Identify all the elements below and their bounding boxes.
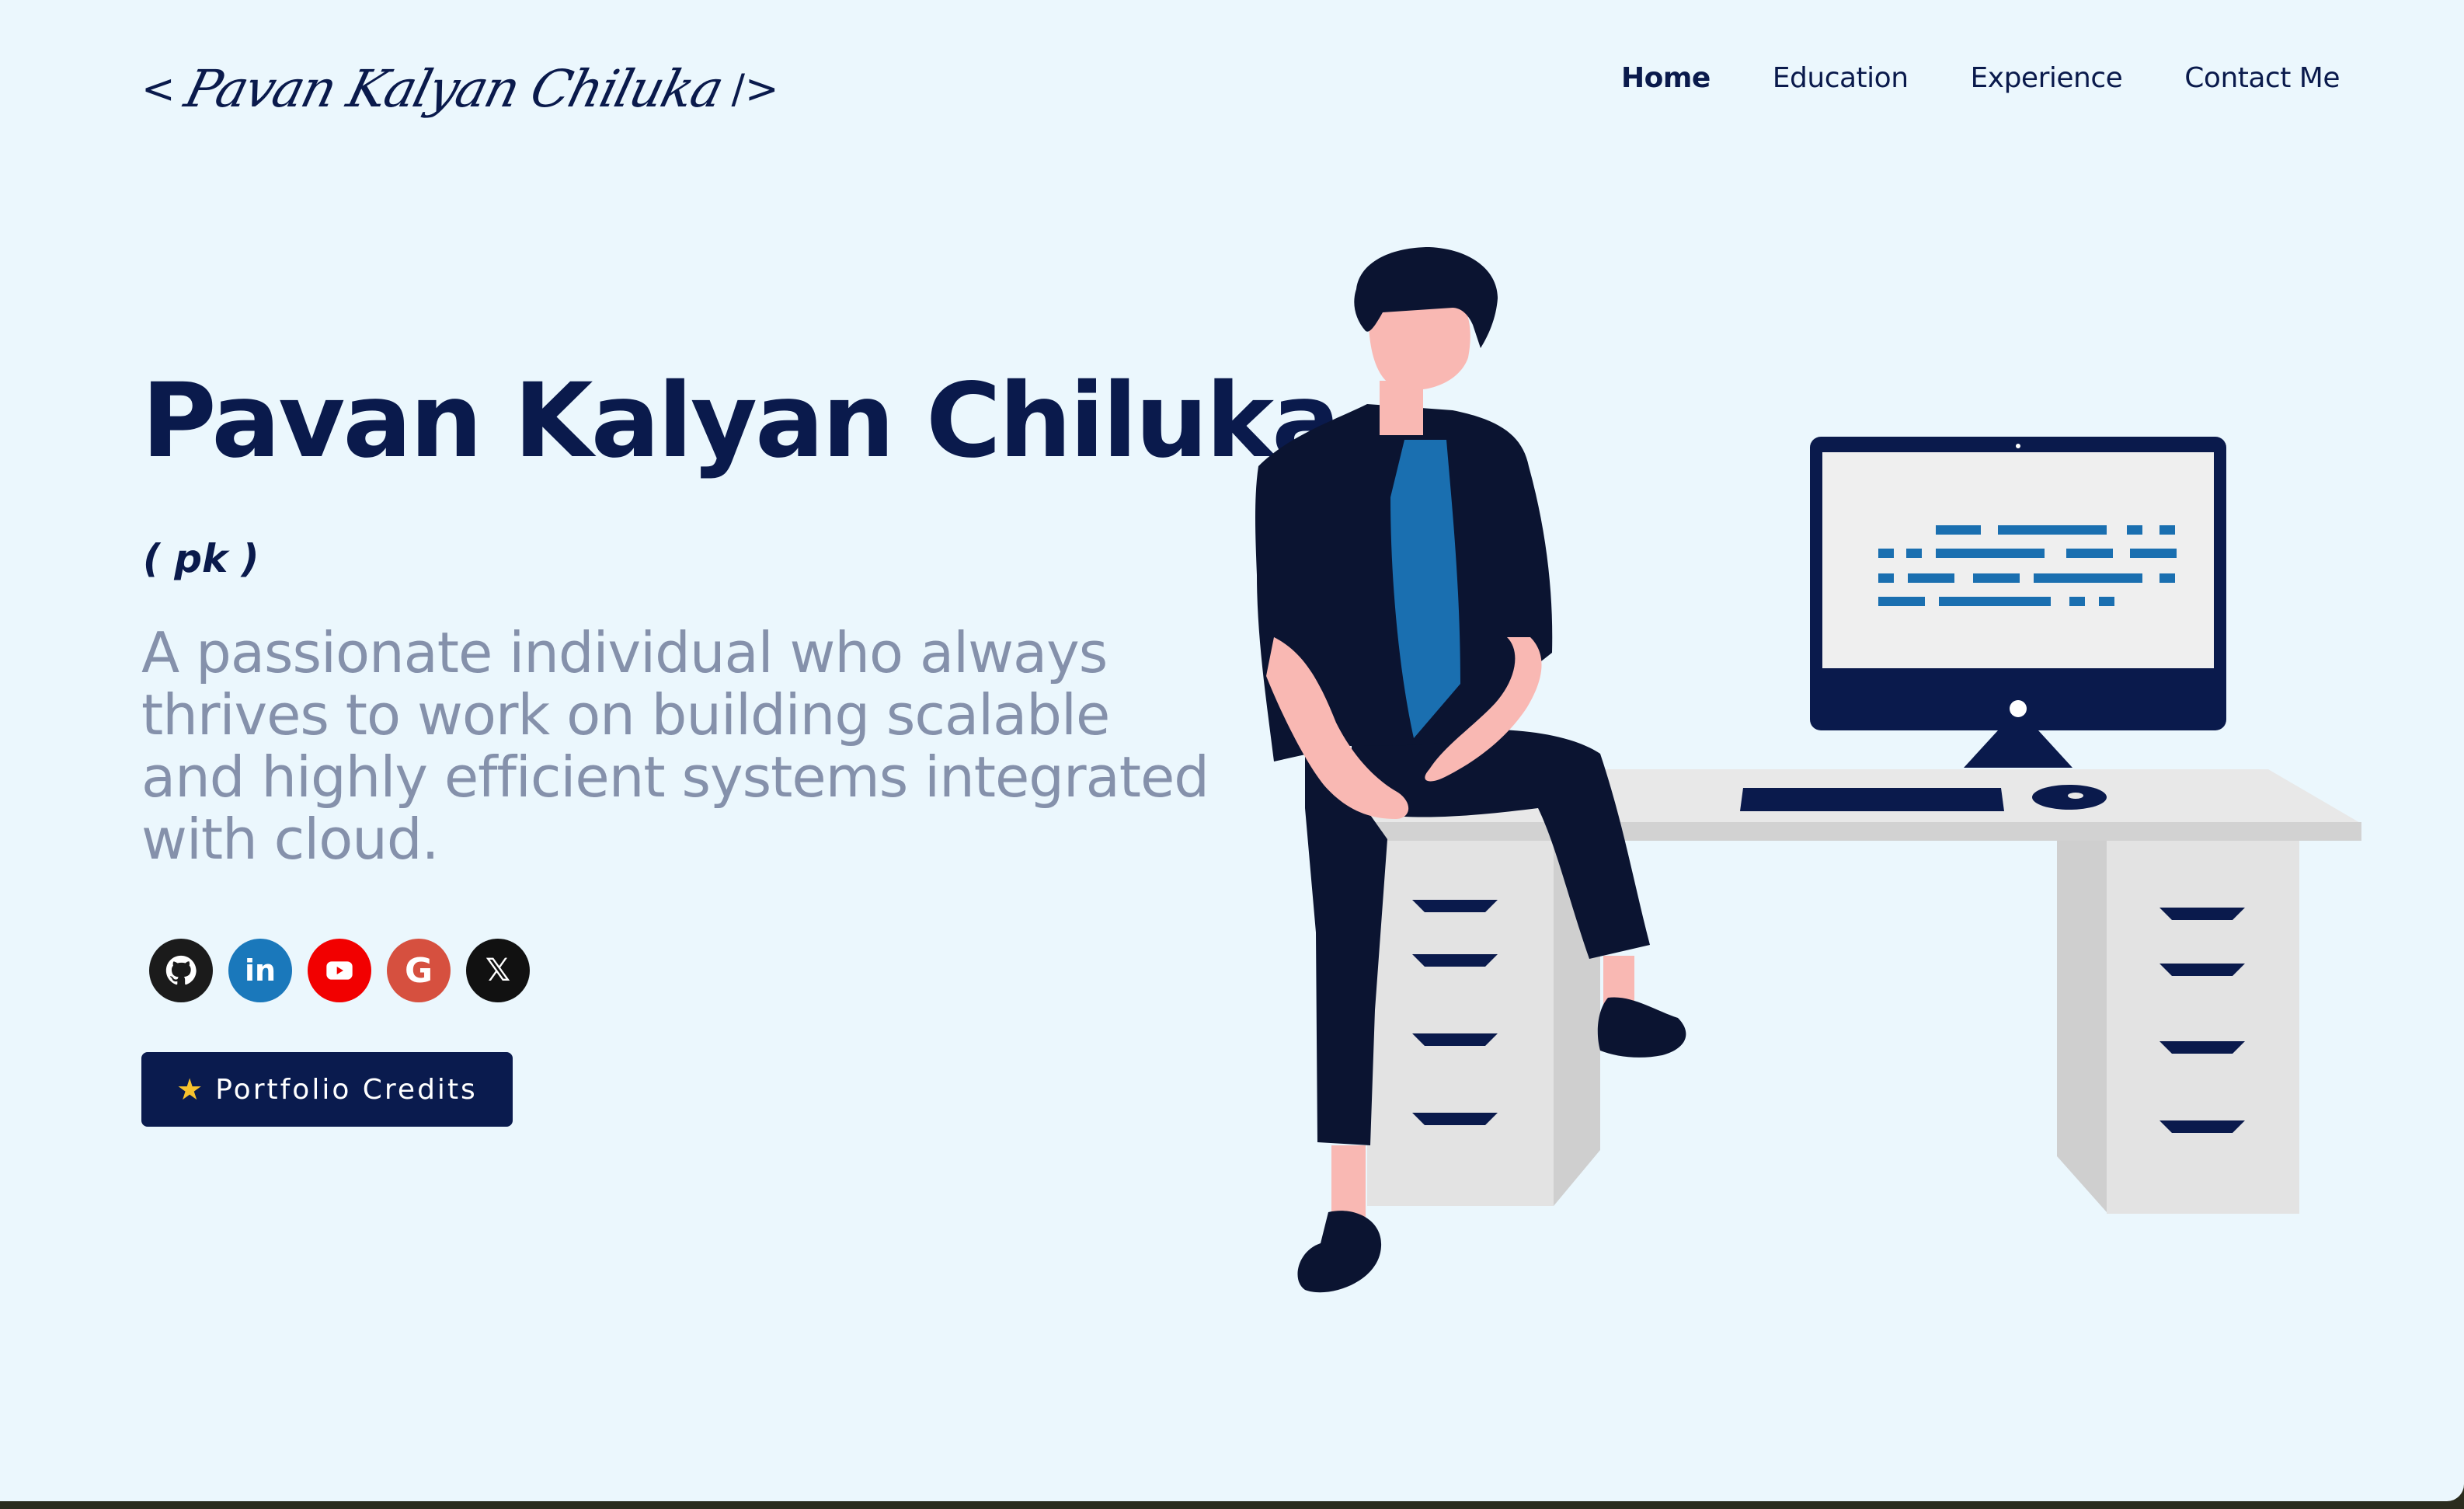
nav-education[interactable]: Education bbox=[1773, 62, 1909, 94]
social-links: in G 𝕏 bbox=[149, 939, 530, 1002]
google-icon[interactable]: G bbox=[387, 939, 451, 1002]
hero-name: Pavan Kalyan Chiluka bbox=[141, 361, 1341, 481]
logo-open-bracket: < bbox=[141, 66, 176, 113]
logo-close-bracket: /> bbox=[731, 66, 779, 113]
monitor-illustration bbox=[1740, 437, 2226, 811]
nav-experience[interactable]: Experience bbox=[1971, 62, 2123, 94]
desk-illustration bbox=[1367, 769, 2361, 1214]
logo-signature: Pavan Kalyan Chiluka bbox=[179, 59, 729, 119]
youtube-icon[interactable] bbox=[308, 939, 371, 1002]
hero-tagline: A passionate individual who always thriv… bbox=[141, 620, 1209, 872]
linkedin-icon[interactable]: in bbox=[228, 939, 292, 1002]
hero-nickname: ( pk ) bbox=[143, 536, 259, 581]
portfolio-credits-button[interactable]: ★ Portfolio Credits bbox=[141, 1052, 513, 1127]
portfolio-credits-label: Portfolio Credits bbox=[215, 1073, 478, 1106]
nav-contact-me[interactable]: Contact Me bbox=[2184, 62, 2340, 94]
page: < Pavan Kalyan Chiluka /> Home Education… bbox=[0, 0, 2464, 1501]
main-nav: Home Education Experience Contact Me bbox=[1621, 62, 2340, 94]
star-icon: ★ bbox=[176, 1072, 204, 1106]
developer-desk-illustration bbox=[1255, 247, 2361, 1293]
nav-home[interactable]: Home bbox=[1621, 62, 1711, 94]
x-icon[interactable]: 𝕏 bbox=[466, 939, 530, 1002]
site-logo[interactable]: < Pavan Kalyan Chiluka /> bbox=[141, 47, 779, 132]
github-icon[interactable] bbox=[149, 939, 213, 1002]
